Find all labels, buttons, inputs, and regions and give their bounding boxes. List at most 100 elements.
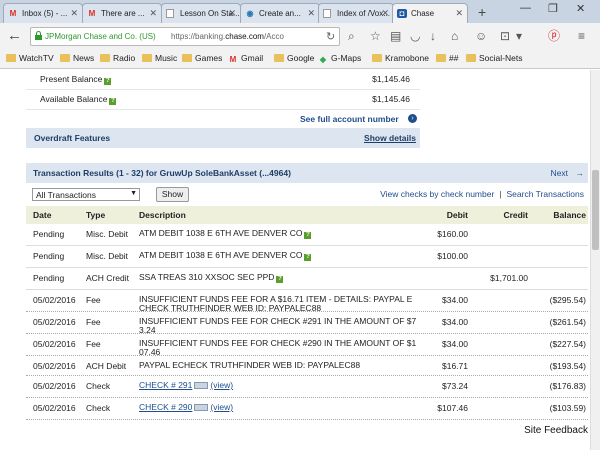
browser-tab-strip: + — ❐ ✕ M Inbox (5) - ... ✕ M There are ... ✕…	[0, 0, 600, 24]
transaction-filter-select[interactable]: All Transactions ▼	[32, 188, 140, 201]
col-debit[interactable]: Debit	[447, 210, 468, 220]
new-tab-button[interactable]: +	[478, 4, 486, 20]
minimize-button[interactable]: —	[520, 2, 531, 14]
row-type: Fee	[86, 295, 101, 305]
bookmarks-toolbar: WatchTV News Radio Music Games M Gmail Google ◆ G…	[0, 50, 600, 69]
url-text[interactable]: https://banking.chase.com/Acco	[171, 32, 306, 41]
menu-icon[interactable]: ≡	[578, 29, 585, 43]
row-description: ATM DEBIT 1038 E 6TH AVE DENVER CO?	[139, 229, 434, 239]
view-check-link[interactable]: (view)	[210, 402, 233, 412]
view-checks-link[interactable]: View checks by check number	[380, 189, 494, 199]
bookmark-label: Gmail	[241, 53, 264, 63]
pocket-icon[interactable]: ◡	[410, 29, 420, 43]
bookmark-item[interactable]: Games	[182, 53, 222, 63]
row-type: Fee	[86, 317, 101, 327]
available-balance-label: Available Balance	[40, 94, 108, 104]
close-tab-icon[interactable]: ✕	[455, 8, 463, 19]
check-image-icon[interactable]	[194, 404, 209, 411]
pinterest-icon[interactable]: ⓟ	[548, 29, 560, 43]
site-identity[interactable]: JPMorgan Chase and Co. (US)	[45, 32, 156, 41]
bookmark-item[interactable]: ◆ G-Maps	[318, 53, 361, 64]
download-icon[interactable]: ↓	[430, 29, 436, 43]
row-balance: ($227.54)	[549, 339, 586, 349]
close-tab-icon[interactable]: ✕	[70, 8, 78, 19]
close-tab-icon[interactable]: ✕	[228, 8, 236, 19]
navigation-bar: ← JPMorgan Chase and Co. (US) https://ba…	[0, 23, 600, 50]
table-row: 05/02/2016 ACH Debit PAYPAL ECHECK TRUTHFI…	[26, 356, 588, 376]
browser-tab[interactable]: Index of /Vox... ✕	[318, 3, 394, 23]
site-feedback-link[interactable]: Site Feedback	[524, 425, 588, 436]
home-icon[interactable]: ⌂	[451, 29, 458, 43]
close-tab-icon[interactable]: ✕	[149, 8, 157, 19]
row-date: Pending	[33, 251, 65, 261]
bookmark-item[interactable]: M Gmail	[228, 53, 264, 64]
help-icon[interactable]: ?	[304, 232, 312, 239]
row-type: Check	[86, 403, 111, 413]
bookmark-item[interactable]: News	[60, 53, 94, 63]
bookmark-item[interactable]: Social-Nets	[466, 53, 522, 63]
browser-tab[interactable]: ◘ Chase ✕	[392, 3, 468, 24]
help-icon[interactable]: ?	[276, 276, 284, 283]
close-tab-icon[interactable]: ✕	[381, 8, 389, 19]
close-window-button[interactable]: ✕	[576, 2, 585, 15]
browser-tab[interactable]: M There are ... ✕	[82, 3, 162, 23]
close-tab-icon[interactable]: ✕	[307, 8, 315, 19]
next-page-link[interactable]: Next	[551, 168, 568, 178]
browser-tab[interactable]: M Inbox (5) - ... ✕	[3, 3, 83, 23]
help-icon[interactable]: ?	[304, 254, 312, 261]
maximize-button[interactable]: ❐	[548, 2, 558, 15]
table-row: 05/02/2016 Fee INSUFFICIENT FUNDS FEE FOR …	[26, 312, 588, 335]
tab-title: Inbox (5) - ...	[22, 9, 68, 18]
url-bar[interactable]: JPMorgan Chase and Co. (US) https://bank…	[30, 27, 340, 46]
table-row: Pending Misc. Debit ATM DEBIT 1038 E 6TH A…	[26, 246, 588, 268]
row-date: 05/02/2016	[33, 381, 76, 391]
table-row: Pending Misc. Debit ATM DEBIT 1038 E 6TH A…	[26, 224, 588, 246]
check-image-icon[interactable]	[194, 382, 209, 389]
row-debit: $107.46	[437, 403, 468, 413]
col-date[interactable]: Date	[33, 210, 51, 220]
col-balance[interactable]: Balance	[553, 210, 586, 220]
view-check-link[interactable]: (view)	[210, 380, 233, 390]
folder-icon	[142, 54, 152, 62]
row-type: ACH Debit	[86, 361, 127, 371]
scrollbar-thumb[interactable]	[592, 170, 599, 250]
search-transactions-link[interactable]: Search Transactions	[507, 189, 584, 199]
transaction-results-title: Transaction Results (1 - 32) for GruwUp …	[33, 168, 291, 178]
bookmark-item[interactable]: WatchTV	[6, 53, 54, 63]
col-description[interactable]: Description	[139, 210, 186, 220]
arrow-right-icon[interactable]: →	[576, 168, 585, 178]
bookmark-item[interactable]: ##	[436, 53, 458, 63]
scrollbar[interactable]	[590, 70, 600, 450]
check-link[interactable]: CHECK # 290	[139, 402, 192, 412]
row-credit: $1,701.00	[490, 273, 528, 283]
search-icon[interactable]: ⌕	[348, 29, 355, 43]
bookmark-item[interactable]: Google	[274, 53, 314, 63]
transaction-links: View checks by check number | Search Trans…	[380, 189, 584, 199]
col-credit[interactable]: Credit	[503, 210, 528, 220]
show-details-link[interactable]: Show details	[364, 133, 416, 143]
bookmark-item[interactable]: Radio	[100, 53, 135, 63]
help-icon[interactable]: ?	[109, 98, 117, 105]
help-icon[interactable]: ?	[104, 78, 112, 85]
row-debit: $16.71	[442, 361, 468, 371]
row-type: Check	[86, 381, 111, 391]
browser-tab[interactable]: ◉ Create an... ✕	[240, 3, 320, 23]
col-type[interactable]: Type	[86, 210, 105, 220]
bookmark-item[interactable]: Kramobone	[372, 53, 429, 63]
back-icon[interactable]: ←	[7, 28, 22, 44]
bookmark-item[interactable]: Music	[142, 53, 177, 63]
show-button[interactable]: Show	[156, 187, 189, 202]
description-line: SSA TREAS 310 XXSOC SEC PPD	[139, 272, 275, 282]
smiley-icon[interactable]: ☺	[475, 29, 487, 43]
extension-icon[interactable]: ⊡	[500, 29, 510, 43]
browser-tab[interactable]: Lesson On Sta... ✕	[161, 3, 241, 23]
description-line: ATM DEBIT 1038 E 6TH AVE DENVER CO	[139, 250, 303, 260]
check-link[interactable]: CHECK # 291	[139, 380, 192, 390]
reading-list-icon[interactable]: ▤	[390, 29, 401, 43]
see-full-account-number-link[interactable]: See full account number	[300, 114, 399, 124]
row-description: ATM DEBIT 1038 E 6TH AVE DENVER CO?	[139, 251, 434, 261]
dropdown-arrow-icon[interactable]: ▾	[516, 29, 522, 43]
bookmark-star-icon[interactable]: ☆	[370, 29, 381, 43]
arrow-right-circle-icon[interactable]: ›	[408, 114, 417, 123]
reload-icon[interactable]: ↻	[326, 30, 335, 43]
